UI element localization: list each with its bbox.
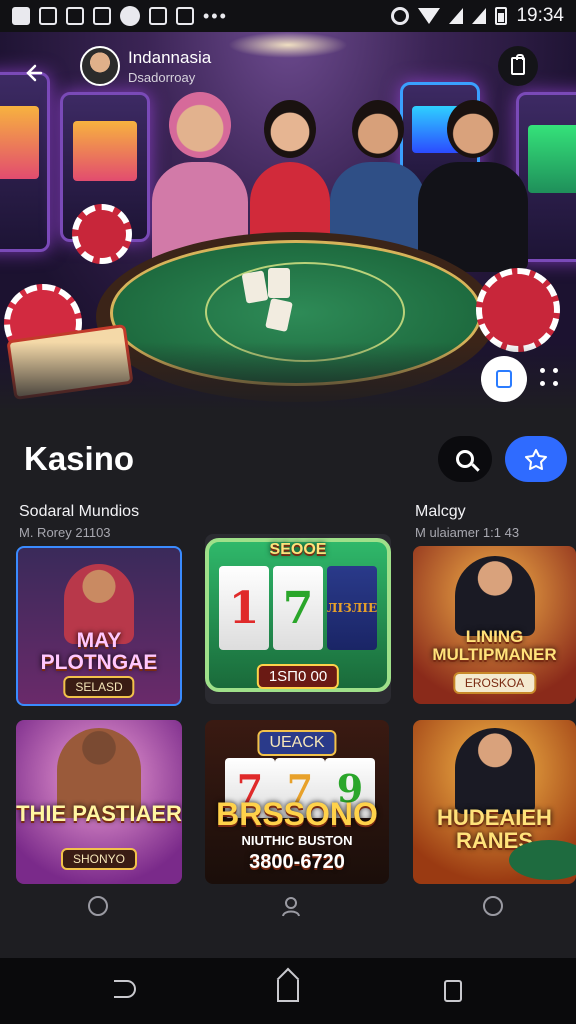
casino-chip <box>476 268 560 352</box>
slot-reel: ЛІЗЛІЕ <box>327 566 377 650</box>
category-title-1: Sodaral Mundios <box>19 503 140 520</box>
game-amount: 3800-6720 <box>249 851 345 873</box>
battery-icon <box>495 7 508 25</box>
slot-top-label: SEOOE <box>269 541 327 558</box>
avatar[interactable] <box>80 46 120 86</box>
slot-top-label: UEACK <box>257 730 337 756</box>
timer-tab[interactable] <box>84 892 112 920</box>
back-button[interactable] <box>16 56 50 90</box>
search-icon <box>456 450 474 468</box>
character-figure <box>454 728 535 814</box>
screen: ••• 19:34 Indannasia Dsadorroay Kasino S… <box>0 0 576 1024</box>
casino-chip <box>72 204 132 264</box>
playing-card <box>268 268 290 298</box>
game-tile[interactable]: LINING MULTIPMANER EROSKOA <box>413 546 576 704</box>
game-tile[interactable]: HUDEAIEH RANES <box>413 720 576 884</box>
slot-reel: 7 <box>273 566 323 650</box>
category-title-2: Malcgy <box>415 503 466 520</box>
copy-icon <box>496 370 512 388</box>
category-subtitle-1: M. Rorey 21103 <box>19 525 111 540</box>
back-arrow-icon <box>26 64 43 82</box>
profile-header[interactable]: Indannasia Dsadorroay <box>80 46 211 86</box>
mini-table <box>509 840 576 880</box>
signal-icon <box>472 8 487 24</box>
wifi-icon <box>418 8 441 24</box>
star-icon <box>525 449 547 470</box>
game-badge: 1SП0 00 <box>256 664 340 689</box>
player-tuxedo <box>418 100 528 272</box>
game-title: LINING MULTIPMANER <box>432 627 557 664</box>
status-right: 19:34 <box>391 5 564 27</box>
more-grid-icon[interactable] <box>540 368 562 390</box>
profile-text: Indannasia Dsadorroay <box>128 48 211 85</box>
hero-banner <box>0 32 576 412</box>
translate-icon <box>176 7 194 25</box>
circle-6-icon <box>120 6 140 26</box>
arcade-machine-left <box>0 72 50 252</box>
user-icon <box>282 897 300 917</box>
search-button[interactable] <box>438 436 492 482</box>
nav-recents-button[interactable] <box>444 980 470 1006</box>
game-subtitle: NIUTHIC BUSTON <box>241 833 353 848</box>
game-tile[interactable]: MAY PLOTNGAE SELASD <box>16 546 182 706</box>
copy-button[interactable] <box>481 356 527 402</box>
game-title: MAY PLOTNGAE <box>40 629 158 675</box>
back-icon <box>114 980 136 998</box>
game-badge: SHONYO <box>60 848 138 870</box>
shopping-bag-icon <box>511 54 525 75</box>
emoji-tab[interactable] <box>479 892 507 920</box>
game-badge: EROSKOA <box>452 672 537 694</box>
timer-icon <box>88 896 108 916</box>
favorites-button[interactable] <box>505 436 567 482</box>
game-badge: SELASD <box>63 676 135 698</box>
recents-icon <box>444 980 462 1002</box>
more-notifications-icon: ••• <box>203 5 228 26</box>
file-icon <box>93 7 111 25</box>
profile-subtitle: Dsadorroay <box>128 69 196 85</box>
gear-icon <box>391 7 410 25</box>
image-icon <box>39 7 57 25</box>
spotlight <box>228 32 348 58</box>
edit-icon <box>149 7 167 25</box>
nav-back-button[interactable] <box>114 980 140 1006</box>
game-tile[interactable]: UEACK 7 7 9 BRSSONO NIUTHIC BUSTON 3800-… <box>205 720 389 884</box>
game-title: THIE PASTIAER <box>16 801 182 826</box>
character-figure <box>454 556 535 636</box>
home-icon <box>277 980 299 1002</box>
status-bar: ••• 19:34 <box>0 0 576 32</box>
page-title: Kasino <box>24 440 135 477</box>
gallery-icon <box>12 7 30 25</box>
game-tile[interactable]: THIE PASTIAER SHONYO <box>16 720 182 884</box>
clock: 19:34 <box>516 5 564 26</box>
game-tile[interactable]: SEOOE 1 7 ЛІЗЛІЕ 1SП0 00 <box>205 534 391 704</box>
signal-icon <box>449 8 464 24</box>
emoji-icon <box>483 896 503 916</box>
profile-tab[interactable] <box>277 892 305 920</box>
category-subtitle-2: M ulaiamer 1:1 43 <box>415 525 520 540</box>
close-box-icon <box>66 7 84 25</box>
profile-name: Indannasia <box>128 47 212 67</box>
status-left: ••• <box>12 6 228 27</box>
nav-home-button[interactable] <box>277 980 303 1006</box>
game-title: BRSSONO <box>216 796 378 832</box>
slot-reel: 1 <box>219 566 269 650</box>
shopping-bag-button[interactable] <box>498 46 538 86</box>
